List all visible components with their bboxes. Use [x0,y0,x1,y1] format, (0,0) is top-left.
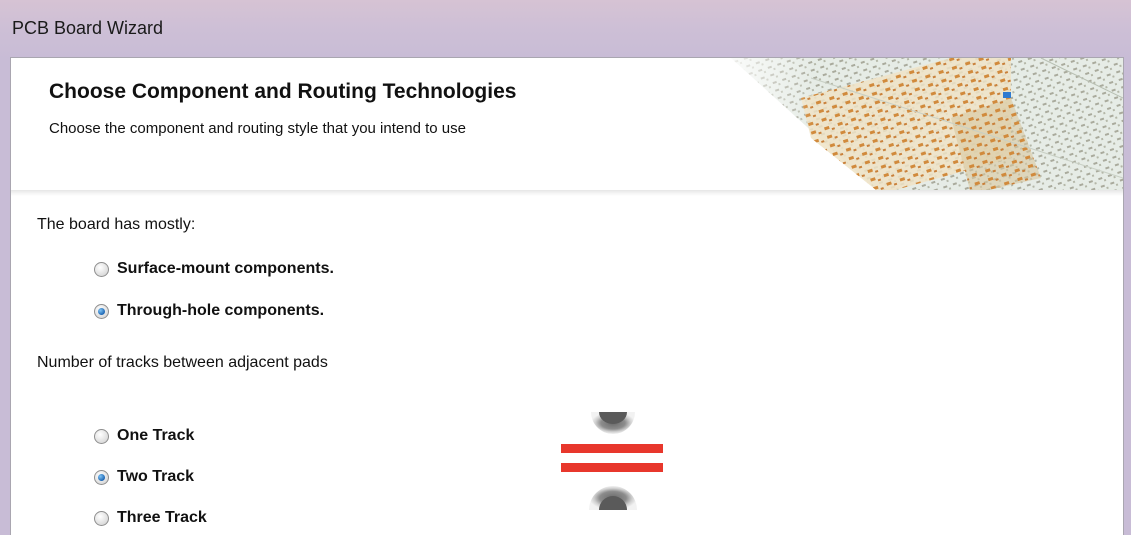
radio-button[interactable] [94,469,109,485]
pad-bottom [589,486,637,510]
radio-three-track[interactable]: Three Track [94,506,207,530]
radio-label: Three Track [117,509,207,526]
wizard-window: PCB Board Wizard Choose Component and Ro… [0,0,1131,535]
title-bar[interactable]: PCB Board Wizard [0,0,1131,58]
radio-two-track[interactable]: Two Track [94,465,194,489]
radio-label: Two Track [117,468,195,485]
window-title: PCB Board Wizard [12,18,164,38]
radio-button[interactable] [94,261,109,277]
track-line [561,444,663,453]
pcb-banner-image [711,58,1123,194]
radio-button[interactable] [94,303,109,319]
track-preview-illustration [561,412,663,510]
radio-button[interactable] [94,428,109,444]
radio-label: Surface-mount components. [117,260,334,277]
page-subtitle: Choose the component and routing style t… [49,120,466,137]
radio-label: One Track [117,427,195,444]
component-group-label: The board has mostly: [37,216,196,233]
radio-through-hole[interactable]: Through-hole components. [94,299,324,323]
tracks-group-label: Number of tracks between adjacent pads [37,354,328,371]
page-header: Choose Component and Routing Technologie… [11,58,1123,194]
pad-top [591,412,635,434]
radio-surface-mount[interactable]: Surface-mount components. [94,257,334,281]
radio-label: Through-hole components. [117,302,325,319]
radio-one-track[interactable]: One Track [94,424,194,448]
wizard-page: Choose Component and Routing Technologie… [10,57,1124,535]
radio-button[interactable] [94,510,109,526]
header-divider [11,190,1123,196]
track-line [561,463,663,472]
page-title: Choose Component and Routing Technologie… [49,80,517,103]
